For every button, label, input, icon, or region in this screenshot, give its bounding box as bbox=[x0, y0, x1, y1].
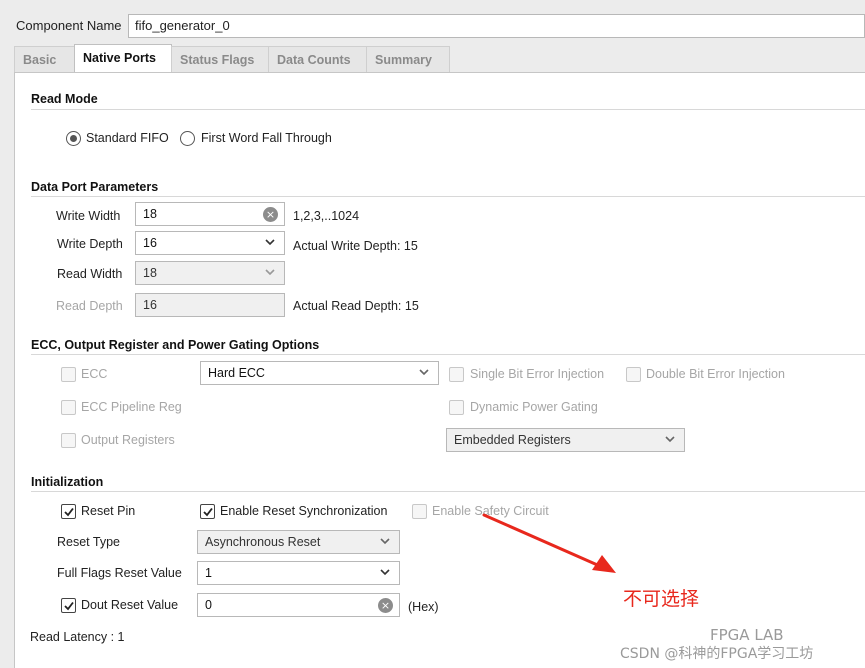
red-arrow-icon bbox=[482, 513, 616, 573]
read-latency: Read Latency : 1 bbox=[30, 630, 125, 644]
chevron-down-icon bbox=[419, 369, 429, 376]
component-name-input[interactable]: fifo_generator_0 bbox=[128, 14, 865, 38]
enable-safety-checkbox bbox=[412, 504, 427, 519]
enable-reset-sync-checkbox[interactable] bbox=[200, 504, 215, 519]
write-width-input[interactable]: 18 × bbox=[135, 202, 285, 226]
read-mode-title: Read Mode bbox=[31, 92, 98, 106]
ecc-type-value: Hard ECC bbox=[208, 366, 265, 380]
checkmark-icon bbox=[203, 507, 213, 517]
write-depth-hint: Actual Write Depth: 15 bbox=[293, 239, 418, 253]
read-depth-hint: Actual Read Depth: 15 bbox=[293, 299, 419, 313]
read-mode-divider bbox=[31, 109, 865, 110]
double-bit-label: Double Bit Error Injection bbox=[646, 367, 785, 381]
read-width-value: 18 bbox=[143, 266, 157, 280]
output-registers-checkbox bbox=[61, 433, 76, 448]
chevron-down-icon bbox=[380, 538, 390, 545]
dout-reset-label: Dout Reset Value bbox=[81, 598, 179, 612]
write-width-hint: 1,2,3,..1024 bbox=[293, 209, 360, 223]
register-type-value: Embedded Registers bbox=[454, 433, 571, 447]
tab-basic[interactable]: Basic bbox=[14, 46, 75, 73]
clear-icon[interactable]: × bbox=[263, 207, 278, 222]
dout-reset-checkbox[interactable] bbox=[61, 598, 76, 613]
write-width-label: Write Width bbox=[56, 209, 121, 223]
init-title: Initialization bbox=[31, 475, 104, 489]
radio-standard-fifo[interactable] bbox=[66, 131, 81, 146]
read-width-label: Read Width bbox=[57, 267, 123, 281]
chevron-down-icon bbox=[265, 239, 275, 246]
annotation-text: 不可选择 bbox=[623, 588, 700, 610]
single-bit-label: Single Bit Error Injection bbox=[470, 367, 605, 381]
full-flags-value: 1 bbox=[205, 566, 212, 580]
data-port-divider bbox=[31, 196, 865, 197]
ecc-pipeline-label: ECC Pipeline Reg bbox=[81, 400, 182, 414]
data-port-title: Data Port Parameters bbox=[31, 180, 159, 194]
radio-fwft-label: First Word Fall Through bbox=[201, 131, 332, 145]
component-name-label: Component Name bbox=[16, 18, 122, 33]
double-bit-checkbox bbox=[626, 367, 641, 382]
watermark-csdn: CSDN @科神的FPGA学习工坊 bbox=[620, 646, 814, 662]
read-depth-value: 16 bbox=[143, 298, 157, 312]
write-depth-select[interactable]: 16 bbox=[135, 231, 285, 255]
output-registers-label: Output Registers bbox=[81, 433, 175, 447]
write-width-value: 18 bbox=[143, 207, 157, 221]
checkmark-icon bbox=[64, 507, 74, 517]
tab-summary[interactable]: Summary bbox=[366, 46, 450, 73]
dout-reset-unit: (Hex) bbox=[408, 600, 439, 614]
dynamic-power-label: Dynamic Power Gating bbox=[470, 400, 598, 414]
watermark-lab: FPGA LAB bbox=[710, 626, 784, 644]
native-ports-panel: Read Mode Standard FIFO First Word Fall … bbox=[14, 72, 865, 668]
init-divider bbox=[31, 491, 865, 492]
dout-reset-value: 0 bbox=[205, 598, 212, 612]
tab-bar: Basic Native Ports Status Flags Data Cou… bbox=[14, 44, 865, 74]
tab-data-counts[interactable]: Data Counts bbox=[268, 46, 367, 73]
register-type-select: Embedded Registers bbox=[446, 428, 685, 452]
tab-status-flags[interactable]: Status Flags bbox=[171, 46, 269, 73]
chevron-down-icon bbox=[265, 269, 275, 276]
radio-standard-fifo-label: Standard FIFO bbox=[86, 131, 169, 145]
ecc-type-select: Hard ECC bbox=[200, 361, 439, 385]
chevron-down-icon bbox=[380, 569, 390, 576]
enable-reset-sync-label: Enable Reset Synchronization bbox=[220, 504, 388, 518]
ecc-label: ECC bbox=[81, 367, 108, 381]
dynamic-power-checkbox bbox=[449, 400, 464, 415]
checkmark-icon bbox=[64, 601, 74, 611]
ecc-pipeline-checkbox bbox=[61, 400, 76, 415]
single-bit-checkbox bbox=[449, 367, 464, 382]
full-flags-select[interactable]: 1 bbox=[197, 561, 400, 585]
reset-pin-label: Reset Pin bbox=[81, 504, 136, 518]
reset-type-label: Reset Type bbox=[57, 535, 121, 549]
tab-native-ports[interactable]: Native Ports bbox=[74, 44, 172, 74]
read-depth-label: Read Depth bbox=[56, 299, 123, 313]
ecc-title: ECC, Output Register and Power Gating Op… bbox=[31, 338, 320, 352]
component-name-row: Component Name fifo_generator_0 bbox=[0, 0, 865, 44]
reset-type-value: Asynchronous Reset bbox=[205, 535, 321, 549]
reset-type-select: Asynchronous Reset bbox=[197, 530, 400, 554]
dout-reset-input[interactable]: 0 × bbox=[197, 593, 400, 617]
write-depth-value: 16 bbox=[143, 236, 157, 250]
full-flags-label: Full Flags Reset Value bbox=[57, 566, 182, 580]
read-width-select: 18 bbox=[135, 261, 285, 285]
ecc-checkbox bbox=[61, 367, 76, 382]
ecc-divider bbox=[31, 354, 865, 355]
reset-pin-checkbox[interactable] bbox=[61, 504, 76, 519]
radio-fwft[interactable] bbox=[180, 131, 195, 146]
write-depth-label: Write Depth bbox=[57, 237, 123, 251]
chevron-down-icon bbox=[665, 436, 675, 443]
clear-icon[interactable]: × bbox=[378, 598, 393, 613]
read-depth-field: 16 bbox=[135, 293, 285, 317]
